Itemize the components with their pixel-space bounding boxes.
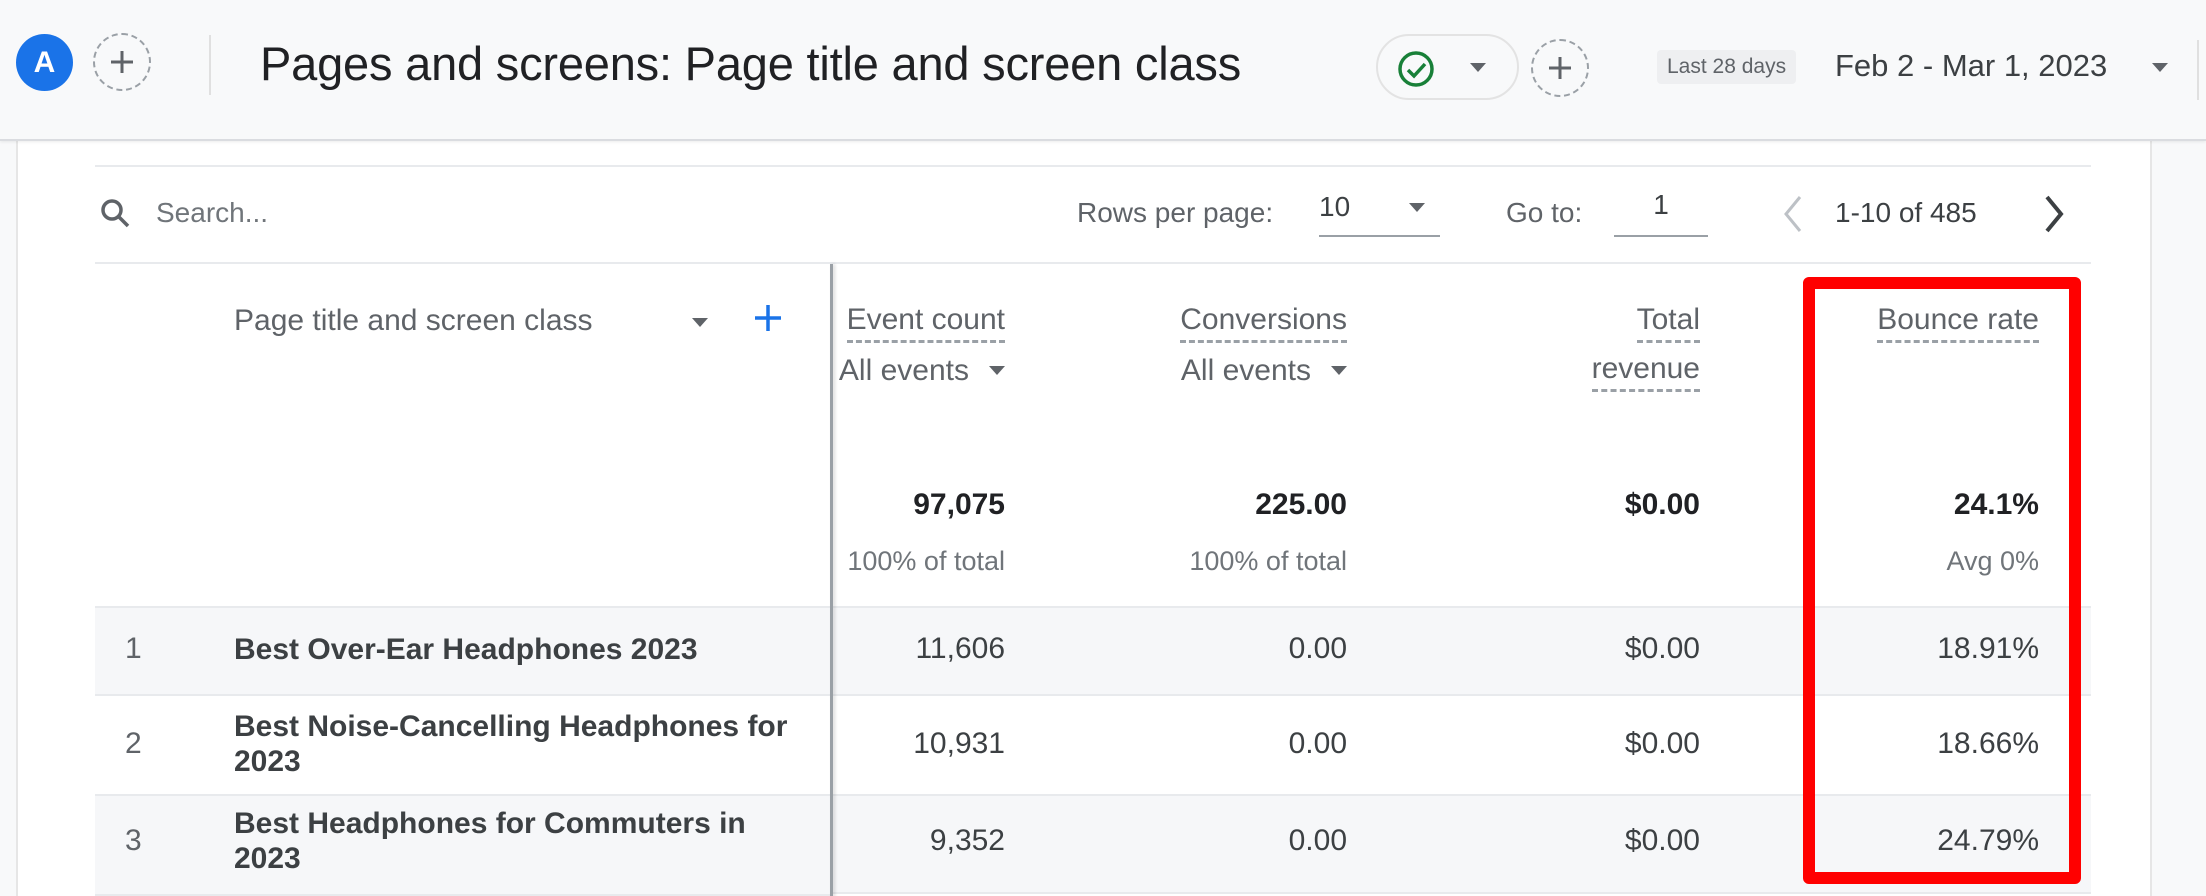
chevron-down-icon[interactable] (692, 318, 708, 327)
avatar-letter: A (33, 45, 56, 79)
comparison-avatar[interactable]: A (16, 34, 73, 91)
date-range-picker[interactable]: Feb 2 - Mar 1, 2023 (1835, 48, 2107, 84)
report-header: A Pages and screens: Page title and scre… (0, 0, 2206, 141)
chevron-down-icon (1409, 203, 1425, 212)
divider-line (95, 165, 2091, 167)
dimension-header-dropdown[interactable]: Page title and screen class (234, 304, 593, 338)
rows-per-page-label: Rows per page: (1077, 197, 1274, 228)
chevron-down-icon (989, 365, 1005, 375)
pagination-range: 1-10 of 485 (1835, 197, 1977, 228)
event-filter-dropdown[interactable]: All events (839, 353, 1005, 389)
total-event-count: 97,075 (913, 488, 1005, 521)
conversion-filter-dropdown[interactable]: All events (1180, 353, 1347, 389)
cell-total-revenue: $0.00 (1624, 727, 1700, 760)
total-conversions-share: 100% of total (1189, 546, 1347, 576)
total-conversions: 225.00 (1255, 488, 1347, 521)
total-event-count-share: 100% of total (847, 546, 1005, 576)
date-range-chevron-icon[interactable] (2152, 63, 2168, 72)
cell-conversions: 0.00 (1288, 632, 1347, 665)
chevron-down-icon (1331, 365, 1347, 375)
metric-label: Conversions (1180, 302, 1347, 343)
chevron-down-icon (1470, 63, 1486, 72)
column-header-total-revenue[interactable]: Total revenue (1591, 302, 1700, 392)
check-circle-icon (1398, 51, 1434, 87)
page-title: Pages and screens: Page title and screen… (260, 37, 1241, 90)
header-divider-right (2197, 40, 2199, 100)
metrics-scroll-area[interactable]: Event count All events Conversions All e… (833, 264, 2091, 896)
previous-page-icon[interactable] (1778, 193, 1808, 235)
search-icon (101, 199, 130, 228)
goto-label: Go to: (1506, 197, 1583, 228)
metric-label: Bounce rate (1877, 302, 2039, 343)
column-header-bounce-rate[interactable]: Bounce rate (1877, 302, 2039, 343)
row-index: 2 (125, 727, 142, 760)
column-header-conversions[interactable]: Conversions All events (1180, 302, 1347, 389)
next-page-icon[interactable] (2039, 193, 2069, 235)
column-header-event-count[interactable]: Event count All events (839, 302, 1005, 389)
cell-conversions: 0.00 (1288, 824, 1347, 857)
cell-bounce-rate: 18.66% (1937, 727, 2039, 760)
row-index: 1 (125, 632, 142, 665)
cell-event-count: 10,931 (913, 727, 1005, 760)
right-panel-background (2152, 141, 2206, 896)
cell-bounce-rate: 24.79% (1937, 824, 2039, 857)
add-report-item-button[interactable] (1531, 39, 1589, 97)
plus-icon (111, 51, 133, 73)
sticky-column-divider[interactable] (830, 264, 833, 896)
total-bounce-rate: 24.1% (1953, 488, 2039, 521)
row-page-title[interactable]: Best Noise-Cancelling Headphones for 202… (234, 709, 814, 779)
metric-label: Event count (846, 302, 1005, 343)
bounce-rate-average: Avg 0% (1946, 546, 2039, 576)
cell-conversions: 0.00 (1288, 727, 1347, 760)
rows-per-page-value: 10 (1319, 191, 1351, 222)
cell-event-count: 9,352 (929, 824, 1005, 857)
goto-page-input[interactable] (1614, 187, 1708, 237)
row-page-title[interactable]: Best Headphones for Commuters in 2023 (234, 806, 814, 876)
total-revenue: $0.00 (1624, 488, 1700, 521)
cell-total-revenue: $0.00 (1624, 824, 1700, 857)
dimension-column: Page title and screen class 1 Best Over-… (95, 264, 831, 896)
row-page-title[interactable]: Best Over-Ear Headphones 2023 (234, 632, 814, 667)
data-table: Event count All events Conversions All e… (95, 264, 2091, 896)
metric-label: revenue (1591, 351, 1700, 392)
plus-icon (1549, 57, 1571, 79)
add-dimension-icon[interactable] (750, 300, 786, 336)
cell-total-revenue: $0.00 (1624, 632, 1700, 665)
data-quality-dropdown[interactable] (1376, 34, 1519, 100)
report-table-card: Rows per page: 10 Go to: 1-10 of 485 Eve… (16, 141, 2152, 896)
header-divider (209, 35, 211, 95)
cell-bounce-rate: 18.91% (1937, 632, 2039, 665)
date-preset-label: Last 28 days (1657, 50, 1797, 84)
add-comparison-button[interactable] (93, 33, 151, 91)
search-input[interactable] (156, 193, 656, 233)
row-index: 3 (125, 824, 142, 857)
metric-label: Total (1636, 302, 1700, 343)
rows-per-page-select[interactable]: 10 (1319, 187, 1440, 237)
cell-event-count: 11,606 (915, 632, 1005, 665)
